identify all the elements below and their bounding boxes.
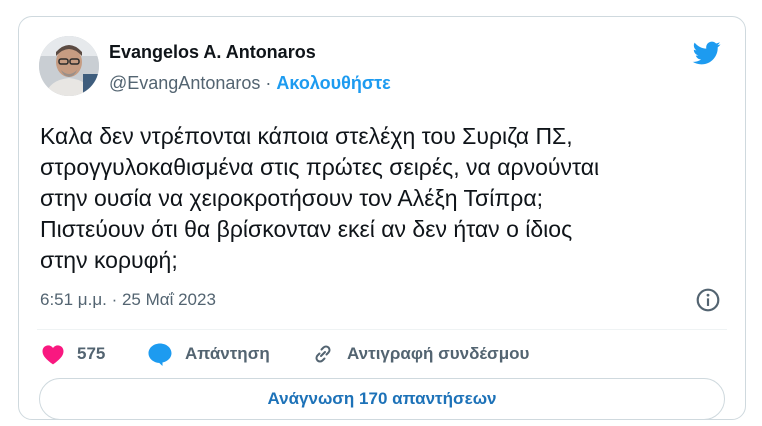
avatar[interactable] — [39, 36, 99, 96]
link-icon — [315, 345, 331, 363]
reply-button[interactable]: Απάντηση — [147, 339, 270, 369]
heart-icon — [42, 345, 64, 365]
like-count: 575 — [77, 344, 106, 363]
copy-link-label: Αντιγραφή συνδέσμου — [347, 344, 530, 363]
tweet-timestamp[interactable]: 6:51 μ.μ. · 25 Μαΐ 2023 — [40, 290, 216, 310]
tweet-card: Evangelos A. Antonaros @EvangAntonaros ·… — [18, 16, 746, 420]
separator-dot: · — [265, 73, 272, 93]
info-icon[interactable] — [695, 287, 721, 313]
read-replies-button[interactable]: Ανάγνωση 170 απαντήσεων — [39, 378, 725, 420]
like-button[interactable]: 575 — [41, 339, 105, 369]
author-handle[interactable]: @EvangAntonaros — [109, 73, 260, 93]
copy-link-button[interactable]: Αντιγραφή συνδέσμου — [311, 339, 529, 369]
author-name[interactable]: Evangelos A. Antonaros — [109, 41, 316, 63]
author-handle-row: @EvangAntonaros · Ακολουθήστε — [109, 72, 391, 94]
divider — [37, 329, 727, 330]
tweet-text: Καλα δεν ντρέπονται κάποια στελέχη του Σ… — [40, 123, 600, 273]
reply-bubble-icon — [148, 343, 172, 366]
read-replies-label: Ανάγνωση 170 απαντήσεων — [267, 389, 497, 408]
avatar-image — [39, 36, 99, 96]
follow-button[interactable]: Ακολουθήστε — [276, 73, 390, 93]
reply-label: Απάντηση — [185, 344, 270, 363]
twitter-bird-icon[interactable] — [691, 39, 723, 67]
